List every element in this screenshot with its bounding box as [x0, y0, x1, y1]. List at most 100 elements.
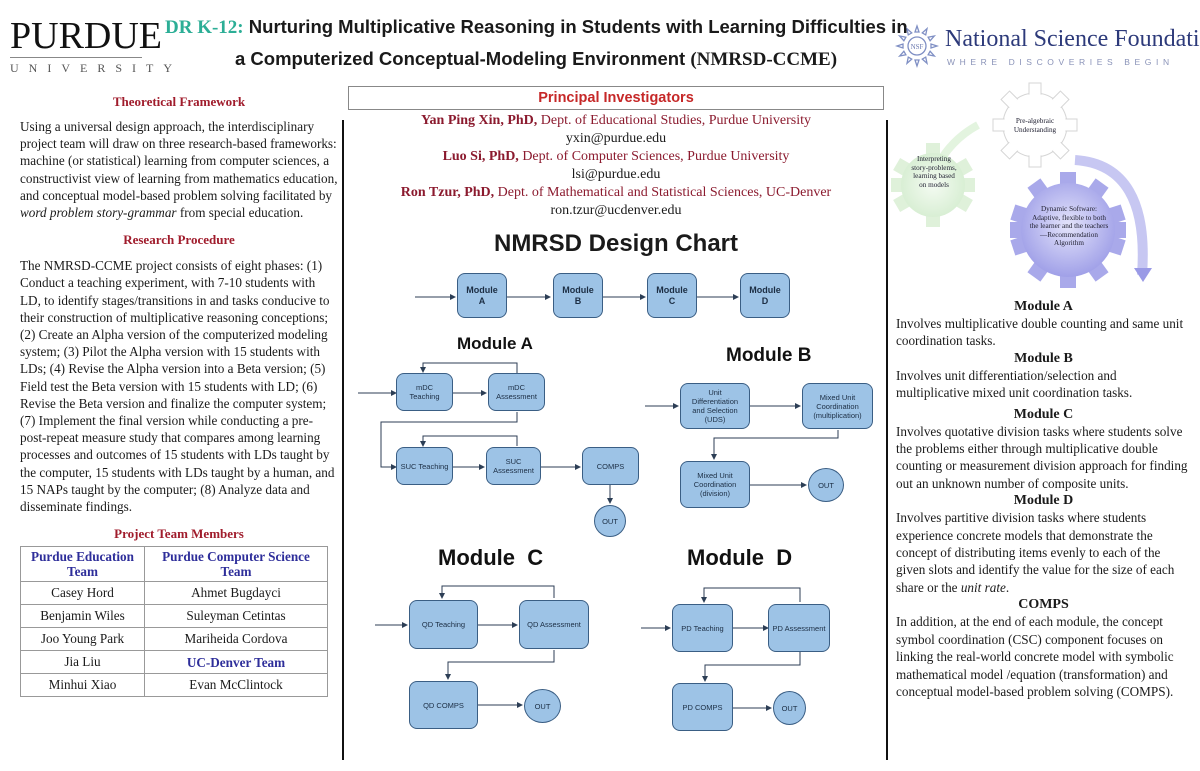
overview-node-module-b: Module B — [553, 273, 603, 318]
arrow — [420, 362, 518, 373]
table-row: Jia Liu UC-Denver Team — [20, 650, 328, 675]
pi-entry: Yan Ping Xin, PhD, Dept. of Educational … — [420, 113, 812, 128]
gear-label-interpreting: Interpreting story-problems, learning ba… — [911, 155, 957, 189]
module-b-heading: Module B — [1014, 350, 1073, 366]
gear-label-pre-algebraic: Pre-algebraic Understanding — [1013, 117, 1057, 134]
team-member: Joo Young Park — [20, 627, 145, 652]
pi-heading-box: Principal Investigators — [348, 86, 884, 110]
node-out: OUT — [808, 468, 844, 502]
overview-node-module-a: Module A — [457, 273, 507, 318]
pi-email: ron.tzur@ucdenver.edu — [550, 203, 682, 218]
team-member: Minhui Xiao — [20, 673, 145, 698]
pi-entry: Luo Si, PhD, Dept. of Computer Sciences,… — [442, 149, 790, 164]
arrow — [420, 435, 518, 447]
purdue-wordmark: PURDUE — [10, 15, 163, 57]
team-heading: Project Team Members — [114, 526, 244, 542]
module-c-heading: Module C — [1013, 406, 1074, 422]
team-member: Suleyman Cetintas — [144, 604, 328, 629]
comps-description: In addition, at the end of each module, … — [896, 614, 1174, 699]
right-divider — [886, 120, 888, 760]
module-d-title: Module D — [687, 545, 793, 570]
nsf-name: National Science Foundation — [945, 26, 1200, 52]
node-qd-teaching: QD Teaching — [409, 600, 478, 649]
left-column: Theoretical Framework Using a universal … — [20, 94, 338, 698]
team-table-header: Purdue Education Team Purdue Computer Sc… — [20, 546, 328, 583]
team-col1-header: Purdue Education Team — [20, 546, 145, 583]
pi-email: lsi@purdue.edu — [571, 167, 661, 182]
table-row: Joo Young Park Mariheida Cordova — [20, 627, 328, 652]
arrowhead-icon — [1134, 268, 1152, 282]
module-b-description: Involves unit differentiation/selection … — [896, 367, 1133, 401]
module-d-heading: Module D — [1013, 493, 1074, 509]
arrow — [445, 650, 555, 680]
title-prefix: DR K-12: — [165, 17, 244, 38]
arrow — [701, 587, 801, 603]
nsf-tagline: WHERE DISCOVERIES BEGIN — [947, 57, 1174, 67]
node-pd-assessment: PD Assessment — [768, 604, 830, 652]
purdue-logo: PURDUE UNIVERSITY — [10, 15, 182, 76]
module-d-description: Involves partitive division tasks where … — [896, 510, 1175, 595]
title-text-1: Nurturing Multiplicative Reasoning in St… — [243, 16, 908, 37]
node-suc-teaching: SUC Teaching — [396, 447, 453, 485]
team-member: Ahmet Bugdayci — [144, 581, 328, 606]
nsf-logo: NSF National Science Foundation WHERE DI… — [893, 20, 1200, 75]
svg-text:NSF: NSF — [911, 43, 924, 51]
right-column: Module A Involves multiplicative double … — [896, 298, 1191, 700]
module-a-heading: Module A — [1014, 299, 1073, 314]
left-divider — [342, 120, 344, 760]
node-qd-comps: QD COMPS — [409, 681, 478, 729]
team-member: Mariheida Cordova — [144, 627, 328, 652]
pi-list: Yan Ping Xin, PhD, Dept. of Educational … — [348, 112, 884, 220]
node-mdc-teaching: mDC Teaching — [396, 373, 453, 411]
framework-text: Using a universal design approach, the i… — [20, 119, 338, 221]
table-row: Casey Hord Ahmet Bugdayci — [20, 581, 328, 606]
arrow — [702, 652, 801, 682]
design-chart-title: NMRSD Design Chart — [493, 230, 739, 257]
poster-title-line1: DR K-12: Nurturing Multiplicative Reason… — [165, 16, 908, 39]
procedure-heading: Research Procedure — [123, 232, 235, 248]
table-row: Minhui Xiao Evan McClintock — [20, 673, 328, 698]
node-mdc-assessment: mDC Assessment — [488, 373, 545, 411]
module-c-description: Involves quotative division tasks where … — [896, 423, 1188, 491]
team-member: Casey Hord — [20, 581, 145, 606]
poster-title-line2: a Computerized Conceptual-Modeling Envir… — [235, 48, 837, 71]
node-suc-assessment: SUC Assessment — [486, 447, 541, 485]
title-acronym: (NMRSD-CCME) — [690, 49, 838, 70]
gear-label-dynamic-software: Dynamic Software: Adaptive, flexible to … — [1029, 205, 1109, 247]
node-qd-assessment: QD Assessment — [519, 600, 589, 649]
node-out: OUT — [594, 505, 626, 537]
module-c-title: Module C — [438, 545, 544, 570]
node-out: OUT — [524, 689, 561, 723]
uc-denver-team-header: UC-Denver Team — [144, 650, 328, 675]
team-member: Jia Liu — [20, 650, 145, 675]
table-row: Benjamin Wiles Suleyman Cetintas — [20, 604, 328, 629]
module-a-description: Involves multiplicative double counting … — [896, 316, 1184, 349]
title-text-2: a Computerized Conceptual-Modeling Envir… — [235, 48, 691, 69]
framework-heading: Theoretical Framework — [112, 94, 246, 109]
node-uds: Unit Differentiation and Selection (UDS) — [680, 383, 750, 429]
procedure-text: The NMRSD-CCME project consists of eight… — [20, 258, 335, 515]
pi-entry: Ron Tzur, PhD, Dept. of Mathematical and… — [400, 185, 832, 200]
overview-node-module-d: Module D — [740, 273, 790, 318]
purdue-subtitle: UNIVERSITY — [10, 61, 182, 75]
module-a-title: Module A — [457, 334, 533, 353]
arrow — [439, 585, 555, 599]
nsf-seal-icon: NSF — [894, 23, 940, 69]
node-out: OUT — [773, 691, 806, 725]
node-pd-comps: PD COMPS — [672, 683, 733, 731]
comps-heading: COMPS — [1018, 597, 1069, 613]
gears-diagram — [891, 82, 1152, 288]
team-col2-header: Purdue Computer Science Team — [144, 546, 328, 583]
node-mixed-unit-multiplication: Mixed Unit Coordination (multiplication) — [802, 383, 873, 429]
logo-divider — [10, 57, 142, 58]
team-table: Purdue Education Team Purdue Computer Sc… — [20, 546, 328, 698]
pi-email: yxin@purdue.edu — [565, 131, 667, 146]
team-member: Benjamin Wiles — [20, 604, 145, 629]
node-mixed-unit-division: Mixed Unit Coordination (division) — [680, 461, 750, 508]
arrow — [711, 430, 839, 460]
team-member: Evan McClintock — [144, 673, 328, 698]
overview-node-module-c: Module C — [647, 273, 697, 318]
node-comps: COMPS — [582, 447, 639, 485]
node-pd-teaching: PD Teaching — [672, 604, 733, 652]
module-b-title: Module B — [726, 345, 812, 366]
